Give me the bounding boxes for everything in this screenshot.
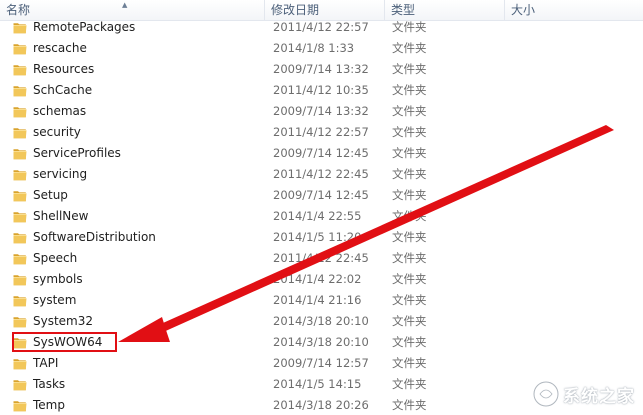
- folder-icon: [13, 401, 27, 412]
- xitongzhijia-logo-icon: [532, 380, 560, 408]
- file-type: 文件夹: [392, 104, 427, 118]
- list-item[interactable]: SchCache 2011/4/12 10:35 文件夹: [0, 80, 643, 101]
- file-name: symbols: [33, 272, 83, 286]
- list-item[interactable]: TAPI 2009/7/14 12:57 文件夹: [0, 353, 643, 374]
- file-name: SchCache: [33, 83, 93, 97]
- file-name: system: [33, 293, 77, 307]
- file-type: 文件夹: [392, 398, 427, 412]
- folder-icon: [13, 191, 27, 202]
- date-modified: 2011/4/12 22:45: [273, 167, 369, 181]
- watermark-text: 系统之家: [563, 386, 635, 407]
- date-modified: 2014/3/18 20:26: [273, 398, 369, 412]
- list-item[interactable]: Speech 2011/4/12 22:45 文件夹: [0, 248, 643, 269]
- date-modified: 2014/1/5 11:20: [273, 230, 362, 244]
- file-name: Tasks: [33, 377, 66, 391]
- folder-icon: [13, 65, 27, 76]
- file-type: 文件夹: [392, 356, 427, 370]
- file-type: 文件夹: [392, 83, 427, 97]
- folder-icon: [13, 233, 27, 244]
- file-type: 文件夹: [392, 251, 427, 265]
- file-name: Resources: [33, 62, 95, 76]
- column-header-name[interactable]: 名称: [0, 0, 265, 20]
- column-header-date-modified[interactable]: 修改日期: [265, 0, 385, 20]
- file-type: 文件夹: [392, 62, 427, 76]
- highlight-box: [12, 332, 117, 352]
- date-modified: 2009/7/14 13:32: [273, 62, 369, 76]
- file-type: 文件夹: [392, 125, 427, 139]
- date-modified: 2014/1/4 22:55: [273, 209, 362, 223]
- date-modified: 2014/1/4 21:16: [273, 293, 362, 307]
- column-header-type[interactable]: 类型: [385, 0, 505, 20]
- file-name: servicing: [33, 167, 88, 181]
- folder-icon: [13, 296, 27, 307]
- folder-icon: [13, 275, 27, 286]
- folder-icon: [13, 170, 27, 181]
- file-type: 文件夹: [392, 167, 427, 181]
- list-item[interactable]: servicing 2011/4/12 22:45 文件夹: [0, 164, 643, 185]
- list-item[interactable]: Setup 2009/7/14 12:45 文件夹: [0, 185, 643, 206]
- folder-icon: [13, 23, 27, 34]
- list-item[interactable]: SoftwareDistribution 2014/1/5 11:20 文件夹: [0, 227, 643, 248]
- date-modified: 2014/1/8 1:33: [273, 41, 355, 55]
- list-item[interactable]: system 2014/1/4 21:16 文件夹: [0, 290, 643, 311]
- watermark: 系统之家: [532, 379, 635, 409]
- folder-icon: [13, 380, 27, 391]
- date-modified: 2014/3/18 20:10: [273, 314, 369, 328]
- file-name: Temp: [33, 398, 65, 412]
- folder-icon: [13, 254, 27, 265]
- date-modified: 2011/4/12 22:57: [273, 125, 369, 139]
- file-type: 文件夹: [392, 377, 427, 391]
- file-name: System32: [33, 314, 94, 328]
- date-modified: 2011/4/12 22:45: [273, 251, 369, 265]
- list-item[interactable]: Resources 2009/7/14 13:32 文件夹: [0, 59, 643, 80]
- list-item[interactable]: ServiceProfiles 2009/7/14 12:45 文件夹: [0, 143, 643, 164]
- folder-icon: [13, 359, 27, 370]
- file-name: Setup: [33, 188, 68, 202]
- file-type: 文件夹: [392, 146, 427, 160]
- date-modified: 2009/7/14 12:45: [273, 146, 369, 160]
- column-header-size[interactable]: 大小: [505, 0, 643, 20]
- file-name: security: [33, 125, 81, 139]
- date-modified: 2009/7/14 12:45: [273, 188, 369, 202]
- list-item[interactable]: ShellNew 2014/1/4 22:55 文件夹: [0, 206, 643, 227]
- date-modified: 2014/3/18 20:10: [273, 335, 369, 349]
- file-name: rescache: [33, 41, 87, 55]
- file-explorer-view: RemotePackages 2011/4/12 22:57 文件夹 rescache…: [0, 0, 643, 415]
- list-item[interactable]: symbols 2014/1/4 22:02 文件夹: [0, 269, 643, 290]
- date-modified: 2014/1/5 14:15: [273, 377, 362, 391]
- folder-icon: [13, 149, 27, 160]
- file-name: ServiceProfiles: [33, 146, 121, 160]
- folder-icon: [13, 317, 27, 328]
- file-type: 文件夹: [392, 188, 427, 202]
- column-header: ▲ 名称 修改日期 类型 大小: [0, 0, 643, 21]
- folder-icon: [13, 44, 27, 55]
- file-name: schemas: [33, 104, 87, 118]
- file-type: 文件夹: [392, 209, 427, 223]
- file-name: TAPI: [33, 356, 59, 370]
- folder-icon: [13, 128, 27, 139]
- list-item[interactable]: System32 2014/3/18 20:10 文件夹: [0, 311, 643, 332]
- file-name: Speech: [33, 251, 78, 265]
- folder-icon: [13, 86, 27, 97]
- file-name: SoftwareDistribution: [33, 230, 156, 244]
- file-list: RemotePackages 2011/4/12 22:57 文件夹 rescache…: [0, 0, 643, 415]
- folder-icon: [13, 107, 27, 118]
- file-type: 文件夹: [392, 293, 427, 307]
- date-modified: 2014/1/4 22:02: [273, 272, 362, 286]
- file-name: ShellNew: [33, 209, 89, 223]
- list-item[interactable]: schemas 2009/7/14 13:32 文件夹: [0, 101, 643, 122]
- file-type: 文件夹: [392, 41, 427, 55]
- date-modified: 2009/7/14 12:57: [273, 356, 369, 370]
- folder-icon: [13, 212, 27, 223]
- list-item[interactable]: rescache 2014/1/8 1:33 文件夹: [0, 38, 643, 59]
- date-modified: 2011/4/12 10:35: [273, 83, 369, 97]
- file-type: 文件夹: [392, 272, 427, 286]
- file-type: 文件夹: [392, 314, 427, 328]
- list-item[interactable]: security 2011/4/12 22:57 文件夹: [0, 122, 643, 143]
- file-type: 文件夹: [392, 335, 427, 349]
- file-type: 文件夹: [392, 230, 427, 244]
- date-modified: 2009/7/14 13:32: [273, 104, 369, 118]
